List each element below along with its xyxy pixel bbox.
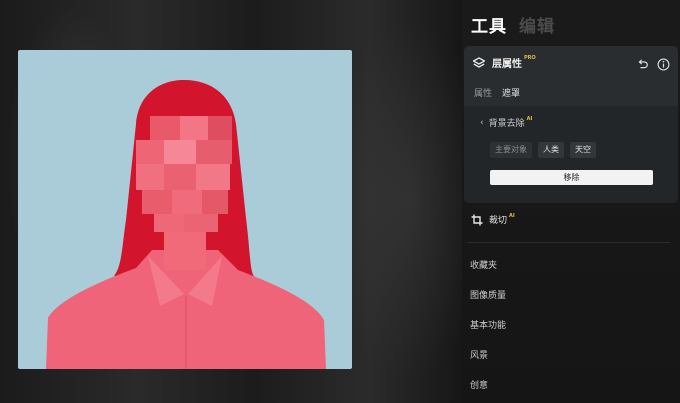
divider [468, 242, 670, 243]
mask-section: ‹ 背景去除 AI 主要对象 人类 天空 移除 [464, 106, 678, 203]
tab-edit[interactable]: 编辑 [519, 12, 555, 37]
info-icon[interactable] [657, 56, 670, 70]
layers-icon [472, 55, 486, 69]
chip-human[interactable]: 人类 [538, 142, 564, 158]
crop-ai-badge: AI [509, 212, 515, 219]
layer-properties-header[interactable]: 层属性 PRO [464, 46, 678, 78]
chip-main-subject[interactable]: 主要对象 [490, 142, 532, 158]
crop-label: 裁切 [489, 216, 508, 226]
remove-button[interactable]: 移除 [490, 170, 653, 185]
ai-badge: AI [526, 115, 533, 122]
portrait-image [18, 50, 352, 369]
layer-properties-title: 层属性 [492, 58, 522, 70]
tools-panel: 工具 编辑 层属性 PRO ‹ 背景去除 AI 主要对象 人类 天空 移除 属性… [462, 0, 680, 403]
chevron-left-icon: ‹ [480, 117, 484, 128]
undo-icon[interactable] [636, 56, 649, 69]
layer-properties-card: 层属性 PRO ‹ 背景去除 AI 主要对象 人类 天空 移除 [464, 46, 678, 203]
tab-tools[interactable]: 工具 [471, 12, 507, 37]
menu-item-creative[interactable]: 创意 [470, 378, 488, 391]
panel-header: 工具 编辑 [471, 12, 555, 37]
tab-properties[interactable]: 属性 [474, 86, 492, 99]
tab-mask[interactable]: 遮罩 [502, 86, 520, 99]
photo-preview[interactable] [18, 50, 352, 369]
layer-actions [636, 56, 670, 70]
menu-item-image-quality[interactable]: 图像质量 [470, 288, 506, 301]
canvas-area [0, 0, 462, 403]
menu-item-basic-functions[interactable]: 基本功能 [470, 318, 506, 331]
background-removal-back[interactable]: ‹ 背景去除 AI [480, 115, 533, 130]
crop-tool[interactable]: 裁切 AI [471, 213, 515, 226]
subject-chips: 主要对象 人类 天空 [490, 142, 596, 158]
chip-sky[interactable]: 天空 [570, 142, 596, 158]
menu-item-landscape[interactable]: 风景 [470, 348, 488, 361]
menu-item-favorites[interactable]: 收藏夹 [470, 258, 497, 271]
crop-icon [471, 214, 483, 226]
background-removal-label: 背景去除 [488, 119, 525, 129]
layer-sub-tabs: 属性 遮罩 [474, 86, 520, 99]
pro-badge: PRO [524, 55, 536, 61]
